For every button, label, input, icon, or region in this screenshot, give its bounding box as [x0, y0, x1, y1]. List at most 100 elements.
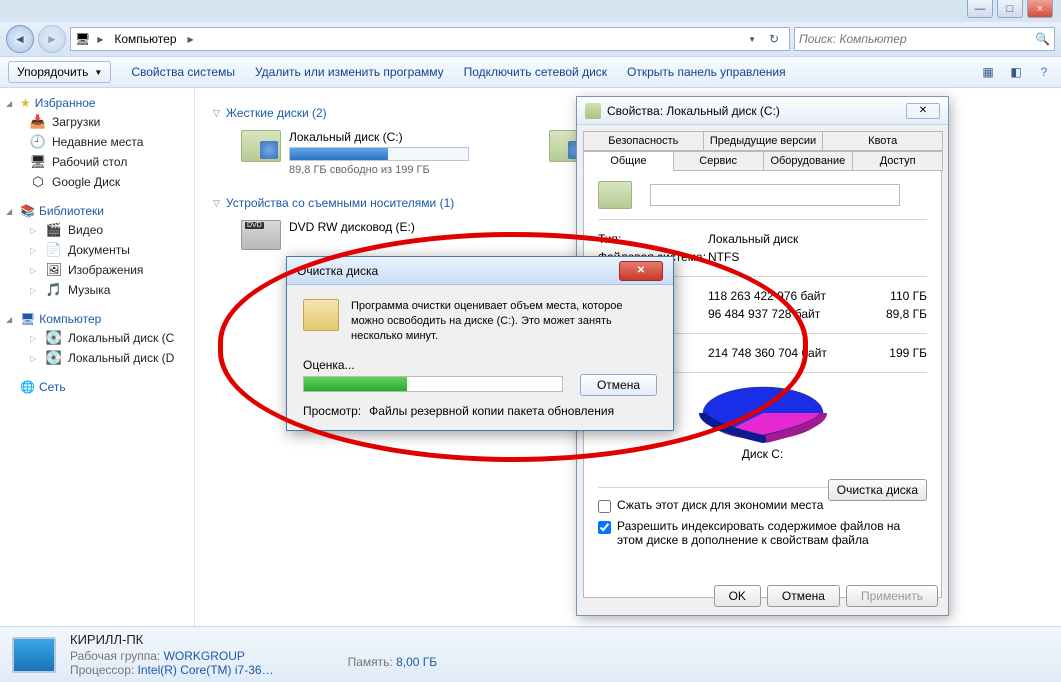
maximize-button[interactable]: □ [997, 0, 1023, 18]
toolbar-control-panel[interactable]: Открыть панель управления [627, 65, 786, 79]
capacity-bytes: 214 748 360 704 байт [708, 346, 867, 360]
dialog-header[interactable]: Свойства: Локальный диск (C:) ✕ [577, 97, 948, 125]
sidebar-item-pictures[interactable]: ▷🖼Изображения [6, 260, 188, 280]
scanning-value: Файлы резервной копии пакета обновления [369, 404, 614, 418]
index-checkbox[interactable] [598, 521, 611, 534]
volume-label-input[interactable] [650, 184, 900, 206]
toolbar-uninstall[interactable]: Удалить или изменить программу [255, 65, 444, 79]
dvd-icon [241, 220, 281, 250]
cpu-value: Intel(R) Core(TM) i7-36… [138, 663, 274, 677]
progress-bar [303, 376, 563, 392]
preview-pane-icon[interactable]: ◧ [1007, 63, 1025, 81]
path-segment[interactable]: Компьютер [110, 32, 180, 46]
tab-security[interactable]: Безопасность [583, 131, 704, 151]
memory-label: Память: [348, 655, 393, 669]
view-icon[interactable]: ▦ [979, 63, 997, 81]
window-controls: — □ × [967, 0, 1053, 18]
drive-icon [598, 181, 632, 209]
organize-dropdown[interactable]: Упорядочить▼ [8, 61, 111, 83]
sidebar-item-disk-d[interactable]: ▷💽Локальный диск (D [6, 348, 188, 368]
dialog-header[interactable]: Очистка диска ✕ [287, 257, 673, 285]
tab-previous-versions[interactable]: Предыдущие версии [703, 131, 824, 151]
dialog-title: Свойства: Локальный диск (C:) [607, 104, 780, 118]
cleanup-icon [303, 299, 339, 331]
tab-sharing[interactable]: Доступ [852, 151, 943, 171]
forward-button[interactable]: ► [38, 25, 66, 53]
sidebar-item-downloads[interactable]: 📥Загрузки [6, 112, 188, 132]
sidebar-item-gdrive[interactable]: ⬡Google Диск [6, 172, 188, 192]
computer-icon: 🖥 [75, 32, 90, 46]
sidebar-item-recent[interactable]: 🕘Недавние места [6, 132, 188, 152]
search-input[interactable]: Поиск: Компьютер 🔍 [794, 27, 1055, 51]
dialog-close-button[interactable]: ✕ [619, 261, 663, 281]
nav-bar: ◄ ► 🖥 ▶ Компьютер ▶ ▼ ↻ Поиск: Компьютер… [0, 22, 1061, 56]
capacity-bar [289, 147, 469, 161]
drive-dvd[interactable]: DVD RW дисковод (E:) [241, 220, 415, 250]
address-bar[interactable]: 🖥 ▶ Компьютер ▶ ▼ ↻ [70, 27, 790, 51]
nav-sidebar: ◢★Избранное 📥Загрузки 🕘Недавние места 🖥Р… [0, 88, 195, 626]
usage-pie-chart [698, 383, 828, 443]
type-label: Тип: [598, 232, 708, 246]
computer-large-icon [12, 637, 56, 673]
index-checkbox-row[interactable]: Разрешить индексировать содержимое файло… [598, 519, 927, 547]
drive-icon [585, 103, 601, 119]
used-bytes: 118 263 422 976 байт [708, 289, 867, 303]
workgroup-value: WORKGROUP [164, 649, 245, 663]
drive-c[interactable]: Локальный диск (C:) 89,8 ГБ свободно из … [241, 130, 469, 176]
drive-freespace: 89,8 ГБ свободно из 199 ГБ [289, 164, 469, 176]
sidebar-item-video[interactable]: ▷🎬Видео [6, 220, 188, 240]
apply-button[interactable]: Применить [846, 585, 938, 607]
used-gb: 110 ГБ [867, 289, 927, 303]
capacity-gb: 199 ГБ [867, 346, 927, 360]
tab-tools[interactable]: Сервис [673, 151, 764, 171]
sidebar-network[interactable]: ◢🌐Сеть [6, 380, 188, 394]
toolbar-map-drive[interactable]: Подключить сетевой диск [464, 65, 607, 79]
memory-value: 8,00 ГБ [396, 655, 437, 669]
cleanup-message: Программа очистки оценивает объем места,… [351, 299, 657, 344]
sidebar-libraries[interactable]: ◢📚Библиотеки [6, 204, 188, 218]
dialog-title: Очистка диска [297, 264, 378, 278]
drive-name: Локальный диск (C:) [289, 130, 469, 144]
workgroup-label: Рабочая группа: [70, 649, 160, 663]
cpu-label: Процессор: [70, 663, 134, 677]
cancel-button[interactable]: Отмена [767, 585, 840, 607]
close-button[interactable]: × [1027, 0, 1053, 18]
free-bytes: 96 484 937 728 байт [708, 307, 867, 321]
sidebar-item-documents[interactable]: ▷📄Документы [6, 240, 188, 260]
pc-name: КИРИЛЛ-ПК [70, 632, 274, 649]
sidebar-computer[interactable]: ◢🖥Компьютер [6, 312, 188, 326]
dialog-close-button[interactable]: ✕ [906, 103, 940, 119]
sidebar-item-disk-c[interactable]: ▷💽Локальный диск (C [6, 328, 188, 348]
tab-hardware[interactable]: Оборудование [763, 151, 854, 171]
chevron-right-icon[interactable]: ▶ [185, 35, 197, 44]
sidebar-favorites[interactable]: ◢★Избранное [6, 96, 188, 110]
sidebar-item-music[interactable]: ▷🎵Музыка [6, 280, 188, 300]
type-value: Локальный диск [708, 232, 927, 246]
toolbar: Упорядочить▼ Свойства системы Удалить ил… [0, 56, 1061, 88]
disk-cleanup-button[interactable]: Очистка диска [828, 479, 927, 501]
ok-button[interactable]: OK [714, 585, 761, 607]
dropdown-icon[interactable]: ▼ [745, 35, 759, 44]
minimize-button[interactable]: — [967, 0, 993, 18]
compress-checkbox[interactable] [598, 500, 611, 513]
tab-quota[interactable]: Квота [822, 131, 943, 151]
details-pane: КИРИЛЛ-ПК Рабочая группа: WORKGROUP Проц… [0, 626, 1061, 682]
chevron-right-icon: ▶ [94, 35, 106, 44]
search-icon[interactable]: 🔍 [1035, 32, 1050, 46]
scanning-label: Просмотр: [303, 404, 361, 418]
tab-general[interactable]: Общие [583, 151, 674, 171]
evaluating-label: Оценка... [303, 358, 657, 372]
back-button[interactable]: ◄ [6, 25, 34, 53]
disk-label: Диск C: [598, 447, 927, 461]
filesystem-value: NTFS [708, 250, 927, 264]
drive-name: DVD RW дисковод (E:) [289, 220, 415, 234]
refresh-button[interactable]: ↻ [763, 32, 785, 46]
help-icon[interactable]: ? [1035, 63, 1053, 81]
disk-cleanup-dialog: Очистка диска ✕ Программа очистки оценив… [286, 256, 674, 431]
free-gb: 89,8 ГБ [867, 307, 927, 321]
drive-icon [241, 130, 281, 162]
sidebar-item-desktop[interactable]: 🖥Рабочий стол [6, 152, 188, 172]
cancel-button[interactable]: Отмена [580, 374, 657, 396]
search-placeholder: Поиск: Компьютер [799, 32, 907, 46]
toolbar-system-properties[interactable]: Свойства системы [131, 65, 235, 79]
